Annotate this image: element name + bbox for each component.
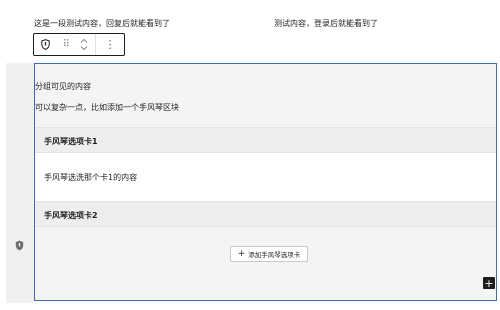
block-gutter — [6, 63, 34, 303]
move-up-down-button[interactable] — [74, 34, 96, 55]
shield-icon — [15, 240, 24, 251]
drag-handle-icon[interactable]: ⠿ — [58, 34, 74, 55]
shield-icon — [41, 39, 51, 50]
block-toolbar: ⠿ ⋮ — [33, 33, 125, 56]
accordion-tab-1-content[interactable]: 手风琴选洗那个卡1的内容 — [35, 153, 496, 201]
add-accordion-tab-label: 添加手风琴选项卡 — [248, 251, 301, 259]
more-options-icon[interactable]: ⋮ — [96, 34, 124, 55]
paragraph-login-visible[interactable]: 测试内容，登录后就能看到了 — [274, 18, 378, 29]
block-inserter-button[interactable]: + — [483, 277, 495, 289]
group-paragraph-1[interactable]: 分组可见的内容 — [35, 81, 91, 92]
accordion-tab-1-text: 手风琴选洗那个卡1的内容 — [44, 173, 138, 182]
plus-icon: + — [237, 248, 246, 259]
accordion-tab-1-header[interactable]: 手风琴选项卡1 — [35, 127, 496, 153]
accordion-tab-2-header[interactable]: 手风琴选项卡2 — [35, 201, 496, 227]
group-paragraph-2[interactable]: 可以复杂一点，比如添加一个手风琴区块 — [35, 102, 179, 113]
add-accordion-tab-button[interactable]: + 添加手风琴选项卡 — [230, 246, 308, 262]
accordion-tab-1-title: 手风琴选项卡1 — [44, 137, 98, 146]
accordion-tab-2-title: 手风琴选项卡2 — [44, 211, 98, 220]
paragraph-reply-visible[interactable]: 这是一段测试内容，回复后就能看到了 — [34, 18, 170, 29]
block-type-button[interactable] — [34, 34, 58, 55]
group-block[interactable]: 分组可见的内容 可以复杂一点，比如添加一个手风琴区块 手风琴选项卡1 手风琴选洗… — [34, 63, 497, 301]
move-up-down-icon — [81, 38, 88, 51]
